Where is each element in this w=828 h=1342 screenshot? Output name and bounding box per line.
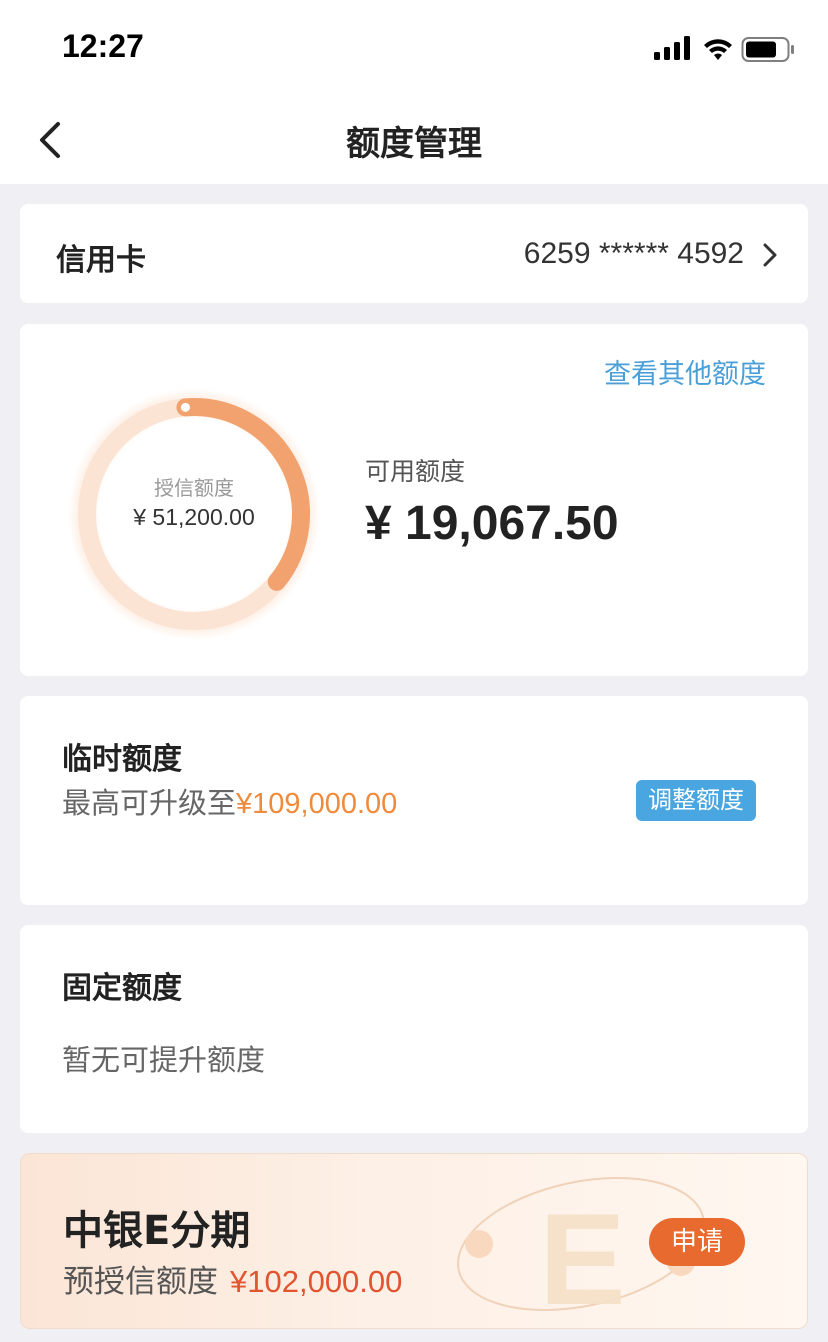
page-title: 额度管理 [346, 124, 482, 164]
wifi-icon [704, 39, 732, 60]
signal-icon [654, 36, 690, 60]
view-other-limits-link[interactable]: 查看其他额度 [604, 352, 766, 391]
nav-bar: 额度管理 [0, 96, 828, 184]
installment-banner[interactable]: E 中银E分期 预授信额度 ¥102,000.00 申请 [20, 1153, 808, 1329]
fixed-limit-desc: 暂无可提升额度 [62, 1043, 266, 1077]
status-time: 12:27 [62, 28, 144, 64]
credit-limit-label: 授信额度 [154, 476, 234, 500]
ring-start-dot [180, 402, 190, 412]
status-icons [654, 36, 794, 62]
available-limit-label: 可用额度 [365, 457, 466, 486]
status-bar: 12:27 [0, 0, 828, 96]
installment-title: 中银E分期 [63, 1208, 251, 1254]
apply-button[interactable]: 申请 [649, 1218, 745, 1266]
card-selector[interactable]: 信用卡 6259 ****** 4592 [20, 204, 808, 303]
fixed-limit-card: 固定额度 暂无可提升额度 [20, 925, 808, 1133]
card-number: 6259 ****** 4592 [523, 237, 744, 270]
credit-limit-value: ¥ 51,200.00 [133, 504, 255, 530]
temporary-limit-prefix: 最高可升级至 [62, 786, 237, 820]
available-limit-value: ¥ 19,067.50 [365, 497, 619, 550]
adjust-limit-button[interactable]: 调整额度 [636, 780, 756, 821]
battery-icon [741, 37, 794, 62]
temporary-limit-amount: ¥109,000.00 [236, 788, 398, 820]
temporary-limit-title: 临时额度 [62, 742, 182, 777]
temporary-limit-desc: 最高可升级至¥109,000.00 [62, 780, 397, 822]
installment-prefix: 预授信额度 [63, 1264, 218, 1300]
temporary-limit-card: 临时额度 最高可升级至¥109,000.00 调整额度 [20, 696, 808, 905]
limit-summary-card: 查看其他额度 授信额度 ¥ 51,200.00 可用额度 ¥ 19,067.50 [20, 324, 808, 676]
chevron-right-icon [763, 243, 777, 267]
svg-text:E: E [539, 1186, 626, 1329]
installment-desc: 预授信额度 ¥102,000.00 [63, 1256, 402, 1301]
card-type-label: 信用卡 [56, 243, 146, 278]
installment-amount: ¥102,000.00 [230, 1264, 403, 1299]
fixed-limit-title: 固定额度 [62, 971, 182, 1006]
